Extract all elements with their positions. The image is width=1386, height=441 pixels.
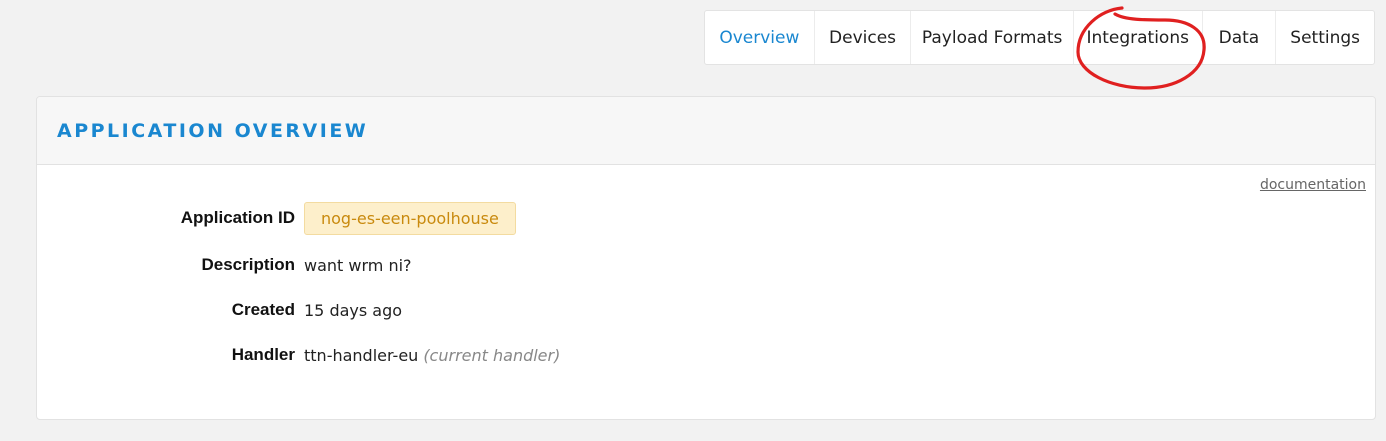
handler-row: Handler ttn-handler-eu (current handler)	[37, 338, 561, 372]
description-row: Description want wrm ni?	[37, 248, 412, 282]
application-id-badge: nog-es-een-poolhouse	[304, 201, 516, 235]
created-label: Created	[231, 300, 295, 319]
application-overview-card: APPLICATION OVERVIEW documentation Appli…	[36, 96, 1376, 420]
description-label: Description	[201, 255, 295, 274]
tab-settings[interactable]: Settings	[1276, 11, 1374, 64]
handler-value: ttn-handler-eu	[304, 345, 419, 365]
tab-data[interactable]: Data	[1203, 11, 1277, 64]
description-value: want wrm ni?	[304, 255, 412, 275]
documentation-link[interactable]: documentation	[1260, 177, 1366, 193]
tab-overview[interactable]: Overview	[705, 11, 815, 64]
application-id-row: Application ID nog-es-een-poolhouse	[37, 201, 516, 235]
created-value: 15 days ago	[304, 300, 403, 320]
created-row: Created 15 days ago	[37, 293, 402, 327]
handler-value-wrap: ttn-handler-eu (current handler)	[304, 346, 560, 365]
tab-devices[interactable]: Devices	[815, 11, 912, 64]
app-tab-bar: Overview Devices Payload Formats Integra…	[704, 10, 1375, 65]
application-id-label: Application ID	[180, 208, 295, 227]
handler-label: Handler	[231, 345, 295, 364]
card-header: APPLICATION OVERVIEW	[37, 97, 1375, 165]
tab-payload-formats[interactable]: Payload Formats	[911, 11, 1074, 64]
tab-integrations[interactable]: Integrations	[1074, 11, 1203, 64]
page-title: APPLICATION OVERVIEW	[57, 119, 369, 142]
handler-note: (current handler)	[423, 345, 561, 365]
application-id-value: nog-es-een-poolhouse	[304, 201, 516, 235]
